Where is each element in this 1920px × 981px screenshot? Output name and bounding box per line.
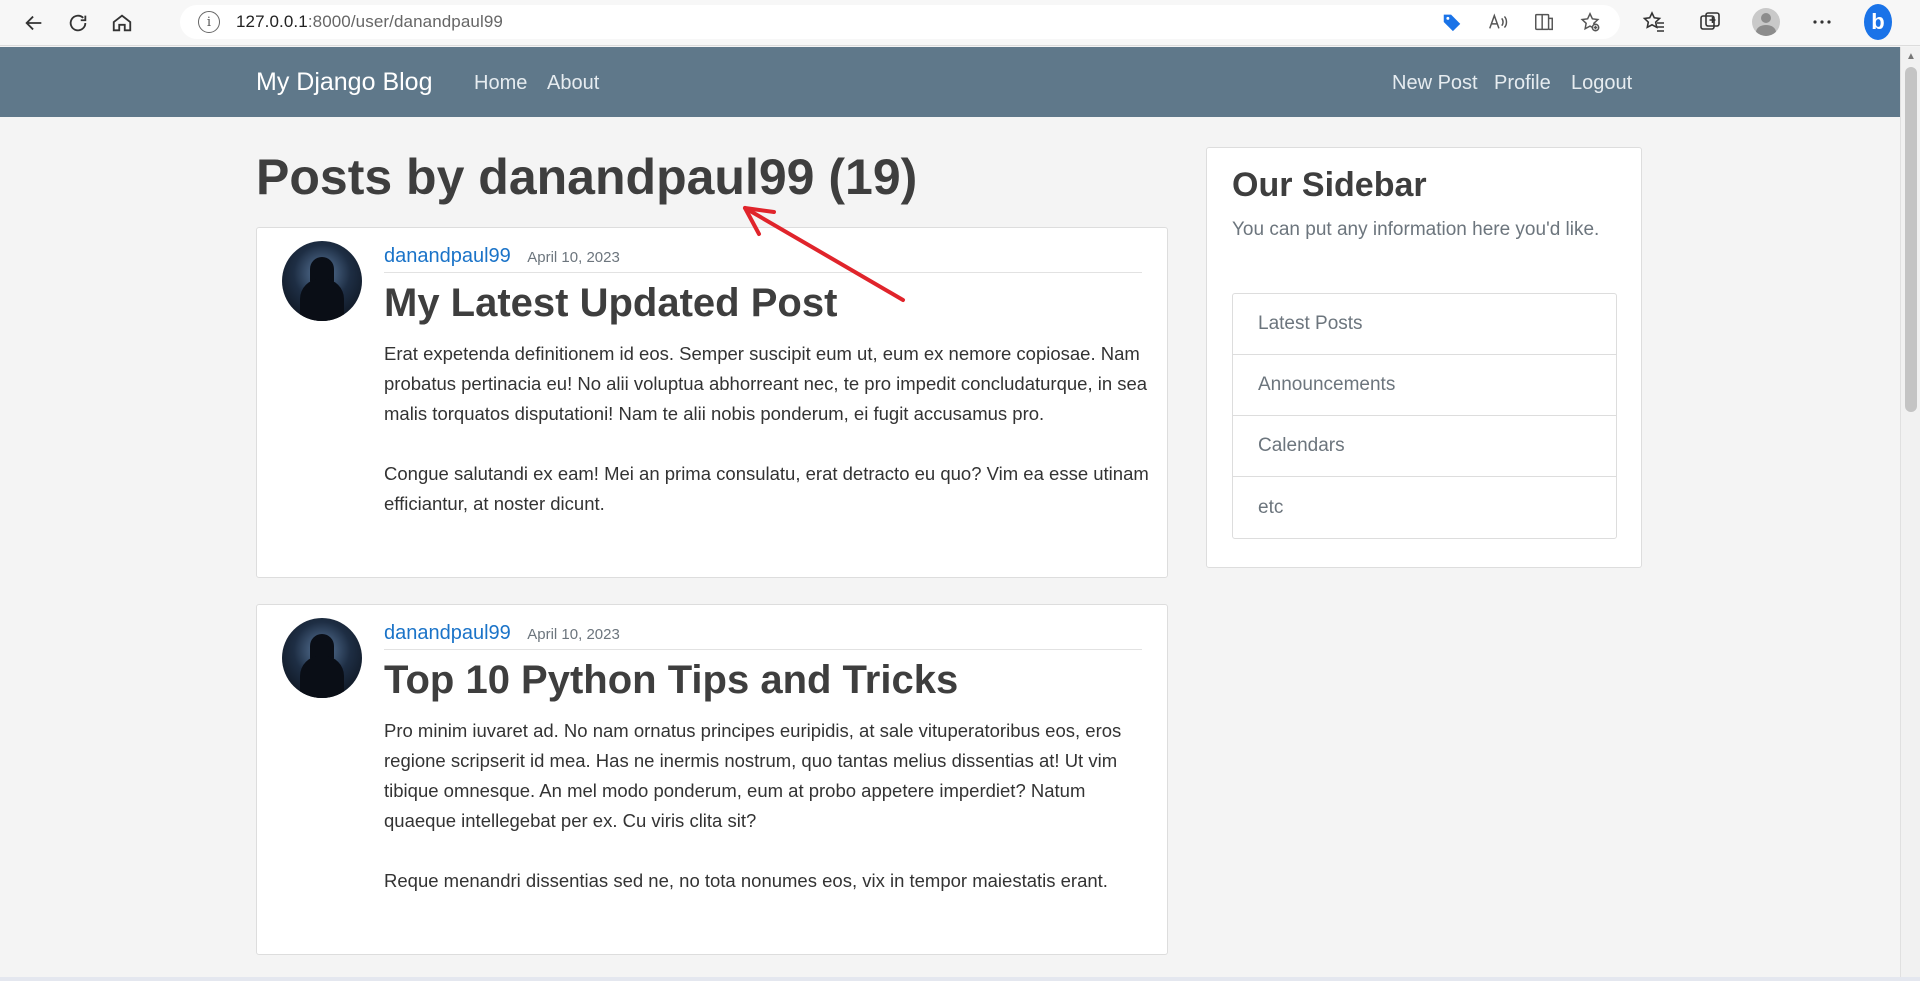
more-menu-icon[interactable] xyxy=(1808,5,1836,39)
browser-toolbar: i 127.0.0.1:8000/user/danandpaul99 b xyxy=(0,0,1920,46)
post-meta: danandpaul99 April 10, 2023 xyxy=(384,245,1142,273)
favorites-icon[interactable] xyxy=(1640,5,1668,39)
author-avatar xyxy=(282,241,362,321)
sidebar-description: You can put any information here you'd l… xyxy=(1232,219,1600,240)
author-avatar xyxy=(282,618,362,698)
scroll-up-arrow-icon[interactable]: ▲ xyxy=(1906,51,1916,62)
scrollbar-thumb[interactable] xyxy=(1905,67,1917,412)
post-title-link[interactable]: Top 10 Python Tips and Tricks xyxy=(384,658,958,703)
page-scrollbar[interactable]: ▲ xyxy=(1900,47,1920,981)
sidebar-item-calendars[interactable]: Calendars xyxy=(1233,416,1616,477)
post-title-link[interactable]: My Latest Updated Post xyxy=(384,281,837,326)
refresh-button[interactable] xyxy=(56,3,100,43)
refresh-icon xyxy=(69,14,87,31)
nav-profile-link[interactable]: Profile xyxy=(1494,72,1551,95)
coupon-tag-icon[interactable] xyxy=(1440,10,1464,34)
profile-icon[interactable] xyxy=(1752,5,1780,39)
post-card: danandpaul99 April 10, 2023 My Latest Up… xyxy=(256,227,1168,578)
nav-logout-link[interactable]: Logout xyxy=(1571,72,1632,95)
site-info-icon[interactable]: i xyxy=(198,11,220,33)
sidebar-item-announcements[interactable]: Announcements xyxy=(1233,355,1616,416)
post-meta: danandpaul99 April 10, 2023 xyxy=(384,622,1142,650)
post-content: Pro minim iuvaret ad. No nam ornatus pri… xyxy=(384,720,1122,891)
sidebar-title: Our Sidebar xyxy=(1232,166,1427,204)
post-author-link[interactable]: danandpaul99 xyxy=(384,245,511,267)
nav-new-post-link[interactable]: New Post xyxy=(1392,72,1478,95)
post-card: danandpaul99 April 10, 2023 Top 10 Pytho… xyxy=(256,604,1168,955)
collections-icon[interactable] xyxy=(1696,5,1724,39)
nav-about-link[interactable]: About xyxy=(547,72,599,95)
sidebar-item-etc[interactable]: etc xyxy=(1233,477,1616,538)
immersive-reader-icon[interactable] xyxy=(1532,10,1556,34)
home-icon xyxy=(112,14,132,31)
url-text[interactable]: 127.0.0.1:8000/user/danandpaul99 xyxy=(236,12,503,32)
back-button[interactable] xyxy=(12,3,56,43)
read-aloud-icon[interactable] xyxy=(1486,10,1510,34)
page-title: Posts by danandpaul99 (19) xyxy=(256,149,918,205)
post-content: Erat expetenda definitionem id eos. Semp… xyxy=(384,343,1149,514)
post-author-link[interactable]: danandpaul99 xyxy=(384,622,511,644)
sidebar-item-latest-posts[interactable]: Latest Posts xyxy=(1233,294,1616,355)
post-date: April 10, 2023 xyxy=(527,626,620,643)
home-button[interactable] xyxy=(100,3,144,43)
sidebar: Our Sidebar You can put any information … xyxy=(1206,147,1642,568)
address-bar[interactable]: i 127.0.0.1:8000/user/danandpaul99 xyxy=(180,5,1620,39)
post-date: April 10, 2023 xyxy=(527,249,620,266)
bottom-edge xyxy=(0,977,1920,981)
nav-home-link[interactable]: Home xyxy=(474,72,527,95)
add-favorite-icon[interactable] xyxy=(1578,10,1602,34)
back-arrow-icon xyxy=(25,15,42,30)
site-brand[interactable]: My Django Blog xyxy=(256,68,432,97)
sidebar-list: Latest Posts Announcements Calendars etc xyxy=(1232,293,1617,539)
bing-copilot-icon[interactable]: b xyxy=(1864,4,1892,40)
site-navbar: My Django Blog Home About New Post Profi… xyxy=(0,47,1900,117)
